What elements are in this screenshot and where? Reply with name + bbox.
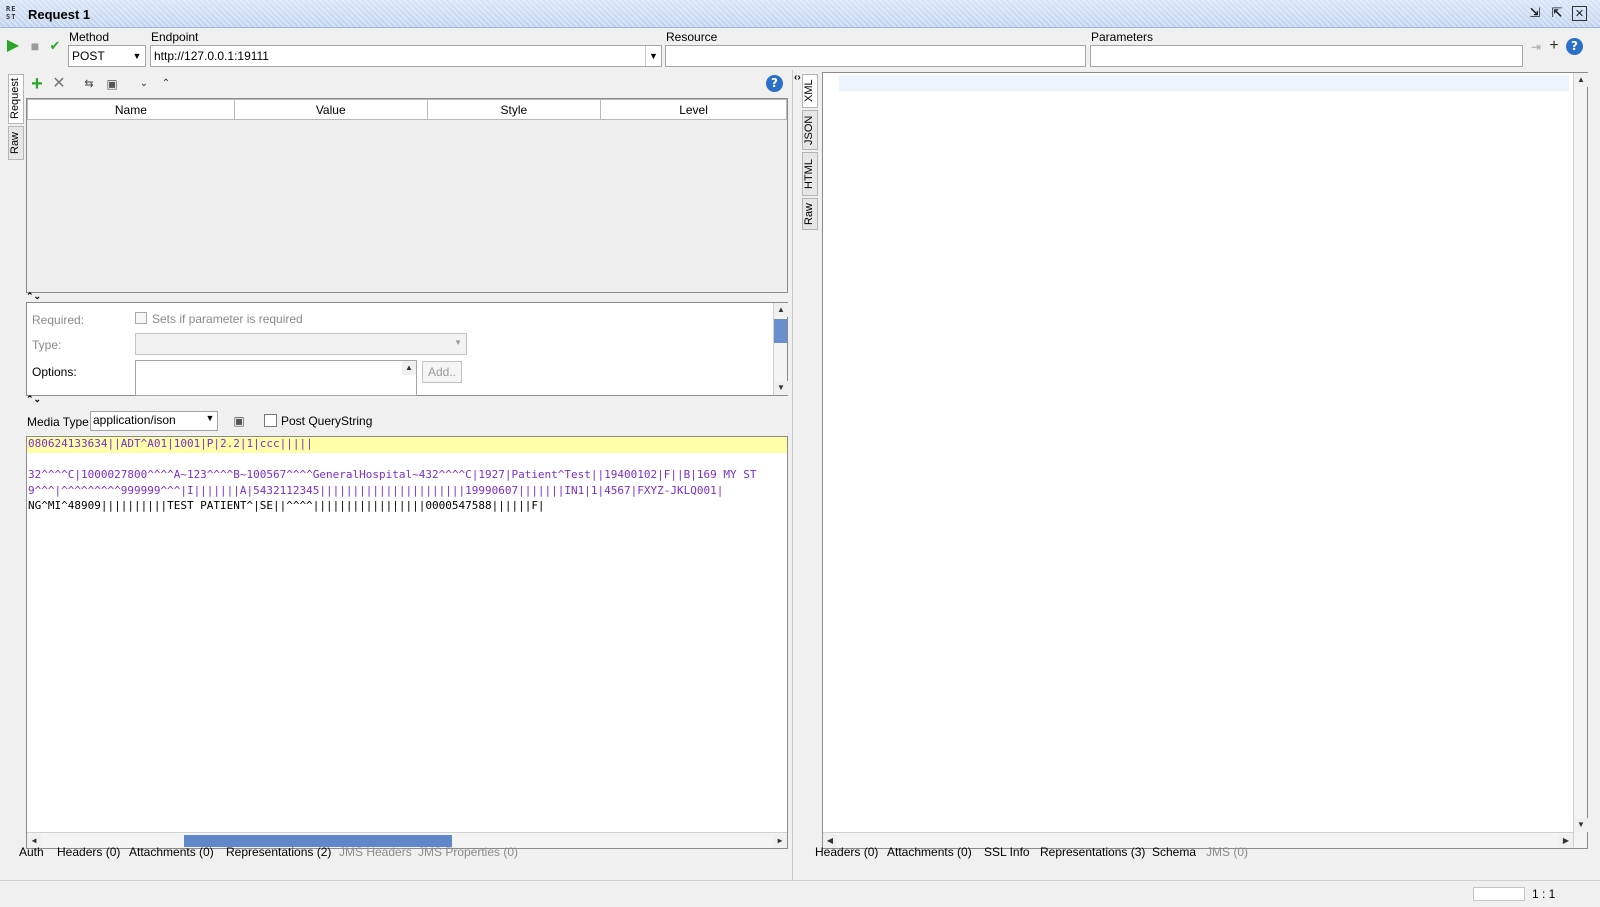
scroll-right-icon[interactable]: ▶ [773, 834, 787, 848]
post-querystring-checkbox[interactable] [264, 414, 277, 427]
method-value: POST [72, 49, 105, 63]
tab-attachments[interactable]: Attachments (0) [129, 845, 214, 859]
move-up-icon[interactable]: ⌃ [157, 75, 175, 93]
body-line: NG^MI^48909||||||||||TEST PATIENT^|SE||^… [28, 499, 545, 512]
media-type-select[interactable]: application/ison ▼ [90, 411, 218, 431]
copy-params-icon[interactable]: ⇥ [1527, 38, 1545, 56]
clear-icon[interactable]: ⇆ [80, 75, 98, 93]
resource-label: Resource [666, 30, 718, 44]
scroll-down-icon[interactable]: ▼ [774, 381, 788, 395]
method-label: Method [69, 30, 110, 44]
media-type-label: Media Type [27, 415, 89, 429]
body-line: 9^^^|^^^^^^^^^999999^^^|I|||||||A|543211… [28, 483, 724, 497]
media-type-value: application/ison [93, 413, 176, 427]
response-current-line [839, 75, 1569, 91]
column-value[interactable]: Value [233, 99, 428, 120]
request-body-editor[interactable]: 080624133634||ADT^A01|1001|P|2.2|1|ccc||… [26, 436, 788, 849]
status-bar: 1 : 1 [0, 880, 1600, 907]
options-label: Options: [32, 365, 77, 379]
status-progress [1473, 887, 1525, 901]
parameters-label: Parameters [1091, 30, 1154, 44]
rest-logo-icon: RE ST [6, 5, 17, 21]
tab-jms-headers[interactable]: JMS Headers [339, 845, 412, 859]
tab-request[interactable]: Request [8, 74, 24, 124]
response-viewer[interactable]: ▲ ▼ ◀ ▶ [822, 72, 1588, 849]
splitter-arrows-icon[interactable]: ⌃⌄ [26, 394, 41, 405]
options-list[interactable]: ▲ [135, 360, 417, 396]
required-checkbox[interactable] [135, 312, 147, 324]
details-scrollbar[interactable]: ▲ ▼ [773, 303, 788, 395]
add-icon[interactable]: + [1545, 37, 1563, 55]
scroll-up-icon[interactable]: ▲ [402, 361, 416, 375]
chevron-down-icon: ▼ [129, 46, 145, 66]
params-table[interactable]: Name Value Style Level [26, 98, 788, 293]
scroll-up-icon[interactable]: ▲ [1574, 73, 1588, 87]
tab-ssl-info[interactable]: SSL Info [984, 845, 1030, 859]
title-bar: RE ST Request 1 ⇲ ⇱ ✕ [0, 0, 1600, 28]
required-label: Required: [32, 313, 85, 327]
scroll-down-icon[interactable]: ▼ [1574, 818, 1588, 832]
tab-jms-properties[interactable]: JMS Properties (0) [418, 845, 518, 859]
revert-icon[interactable]: ▣ [103, 75, 121, 93]
tab-representations[interactable]: Representations (2) [226, 845, 331, 859]
help-icon[interactable]: ? [1566, 38, 1583, 55]
dock-icon[interactable]: ⇲ [1526, 5, 1544, 22]
tab-raw-response[interactable]: Raw [802, 198, 818, 230]
scroll-up-icon[interactable]: ▲ [774, 303, 788, 317]
params-table-header: Name Value Style Level [27, 99, 787, 120]
scroll-right-icon[interactable]: ▶ [1559, 834, 1573, 848]
tab-headers[interactable]: Headers (0) [57, 845, 120, 859]
chevron-down-icon: ▼ [454, 338, 462, 347]
resource-input[interactable] [665, 45, 1086, 67]
collapse-icon[interactable]: ‹› [794, 72, 801, 83]
column-name[interactable]: Name [27, 99, 235, 120]
parameters-input[interactable] [1090, 45, 1523, 67]
column-level[interactable]: Level [600, 99, 787, 120]
tab-raw[interactable]: Raw [8, 126, 24, 160]
tab-jms[interactable]: JMS (0) [1206, 845, 1248, 859]
body-line: 32^^^^C|1000027800^^^^A~123^^^^B~100567^… [28, 468, 757, 481]
window-title: Request 1 [28, 7, 91, 22]
tab-json[interactable]: JSON [802, 110, 818, 150]
validate-icon[interactable]: ✔ [46, 37, 64, 55]
help-icon[interactable]: ? [766, 75, 783, 92]
tab-xml[interactable]: XML [802, 74, 818, 108]
tab-response-attachments[interactable]: Attachments (0) [887, 845, 972, 859]
response-vertical-scrollbar[interactable]: ▲ ▼ [1573, 73, 1588, 848]
method-select[interactable]: POST ▼ [68, 45, 146, 67]
undock-icon[interactable]: ⇱ [1548, 5, 1566, 22]
param-details-panel: Required: Sets if parameter is required … [26, 302, 788, 396]
post-querystring-label: Post QueryString [281, 414, 373, 428]
type-select[interactable]: ▼ [135, 333, 467, 355]
add-option-button[interactable]: Add.. [422, 361, 462, 383]
format-icon[interactable]: ▣ [230, 412, 248, 430]
splitter-arrows-icon[interactable]: ⌃⌄ [26, 291, 41, 302]
response-side-tabs: XML JSON HTML Raw [802, 72, 820, 232]
tab-auth[interactable]: Auth [19, 845, 44, 859]
request-side-tabs: Request Raw [8, 72, 26, 892]
caret-position: 1 : 1 [1532, 887, 1556, 901]
chevron-down-icon[interactable]: ▼ [645, 46, 661, 66]
tab-schema[interactable]: Schema [1152, 845, 1196, 859]
stop-icon[interactable]: ■ [26, 37, 44, 55]
close-icon[interactable]: ✕ [1572, 6, 1587, 21]
move-down-icon[interactable]: ⌄ [135, 75, 153, 93]
delete-param-icon[interactable]: ✕ [50, 75, 68, 93]
body-line [27, 453, 787, 469]
endpoint-label: Endpoint [151, 30, 199, 44]
type-label: Type: [32, 338, 62, 352]
scroll-thumb[interactable] [774, 319, 787, 343]
chevron-down-icon: ▼ [205, 413, 215, 423]
tab-response-headers[interactable]: Headers (0) [815, 845, 878, 859]
run-icon[interactable]: ▶ [4, 37, 22, 55]
column-style[interactable]: Style [426, 99, 602, 120]
add-param-icon[interactable]: + [28, 74, 46, 94]
body-line: 080624133634||ADT^A01|1001|P|2.2|1|ccc||… [27, 437, 787, 453]
endpoint-input[interactable]: http://127.0.0.1:19111 [151, 46, 645, 66]
tab-response-representations[interactable]: Representations (3) [1040, 845, 1145, 859]
tab-html[interactable]: HTML [802, 152, 818, 196]
required-checkbox-label: Sets if parameter is required [152, 312, 303, 326]
endpoint-combo[interactable]: http://127.0.0.1:19111 ▼ [150, 45, 662, 67]
